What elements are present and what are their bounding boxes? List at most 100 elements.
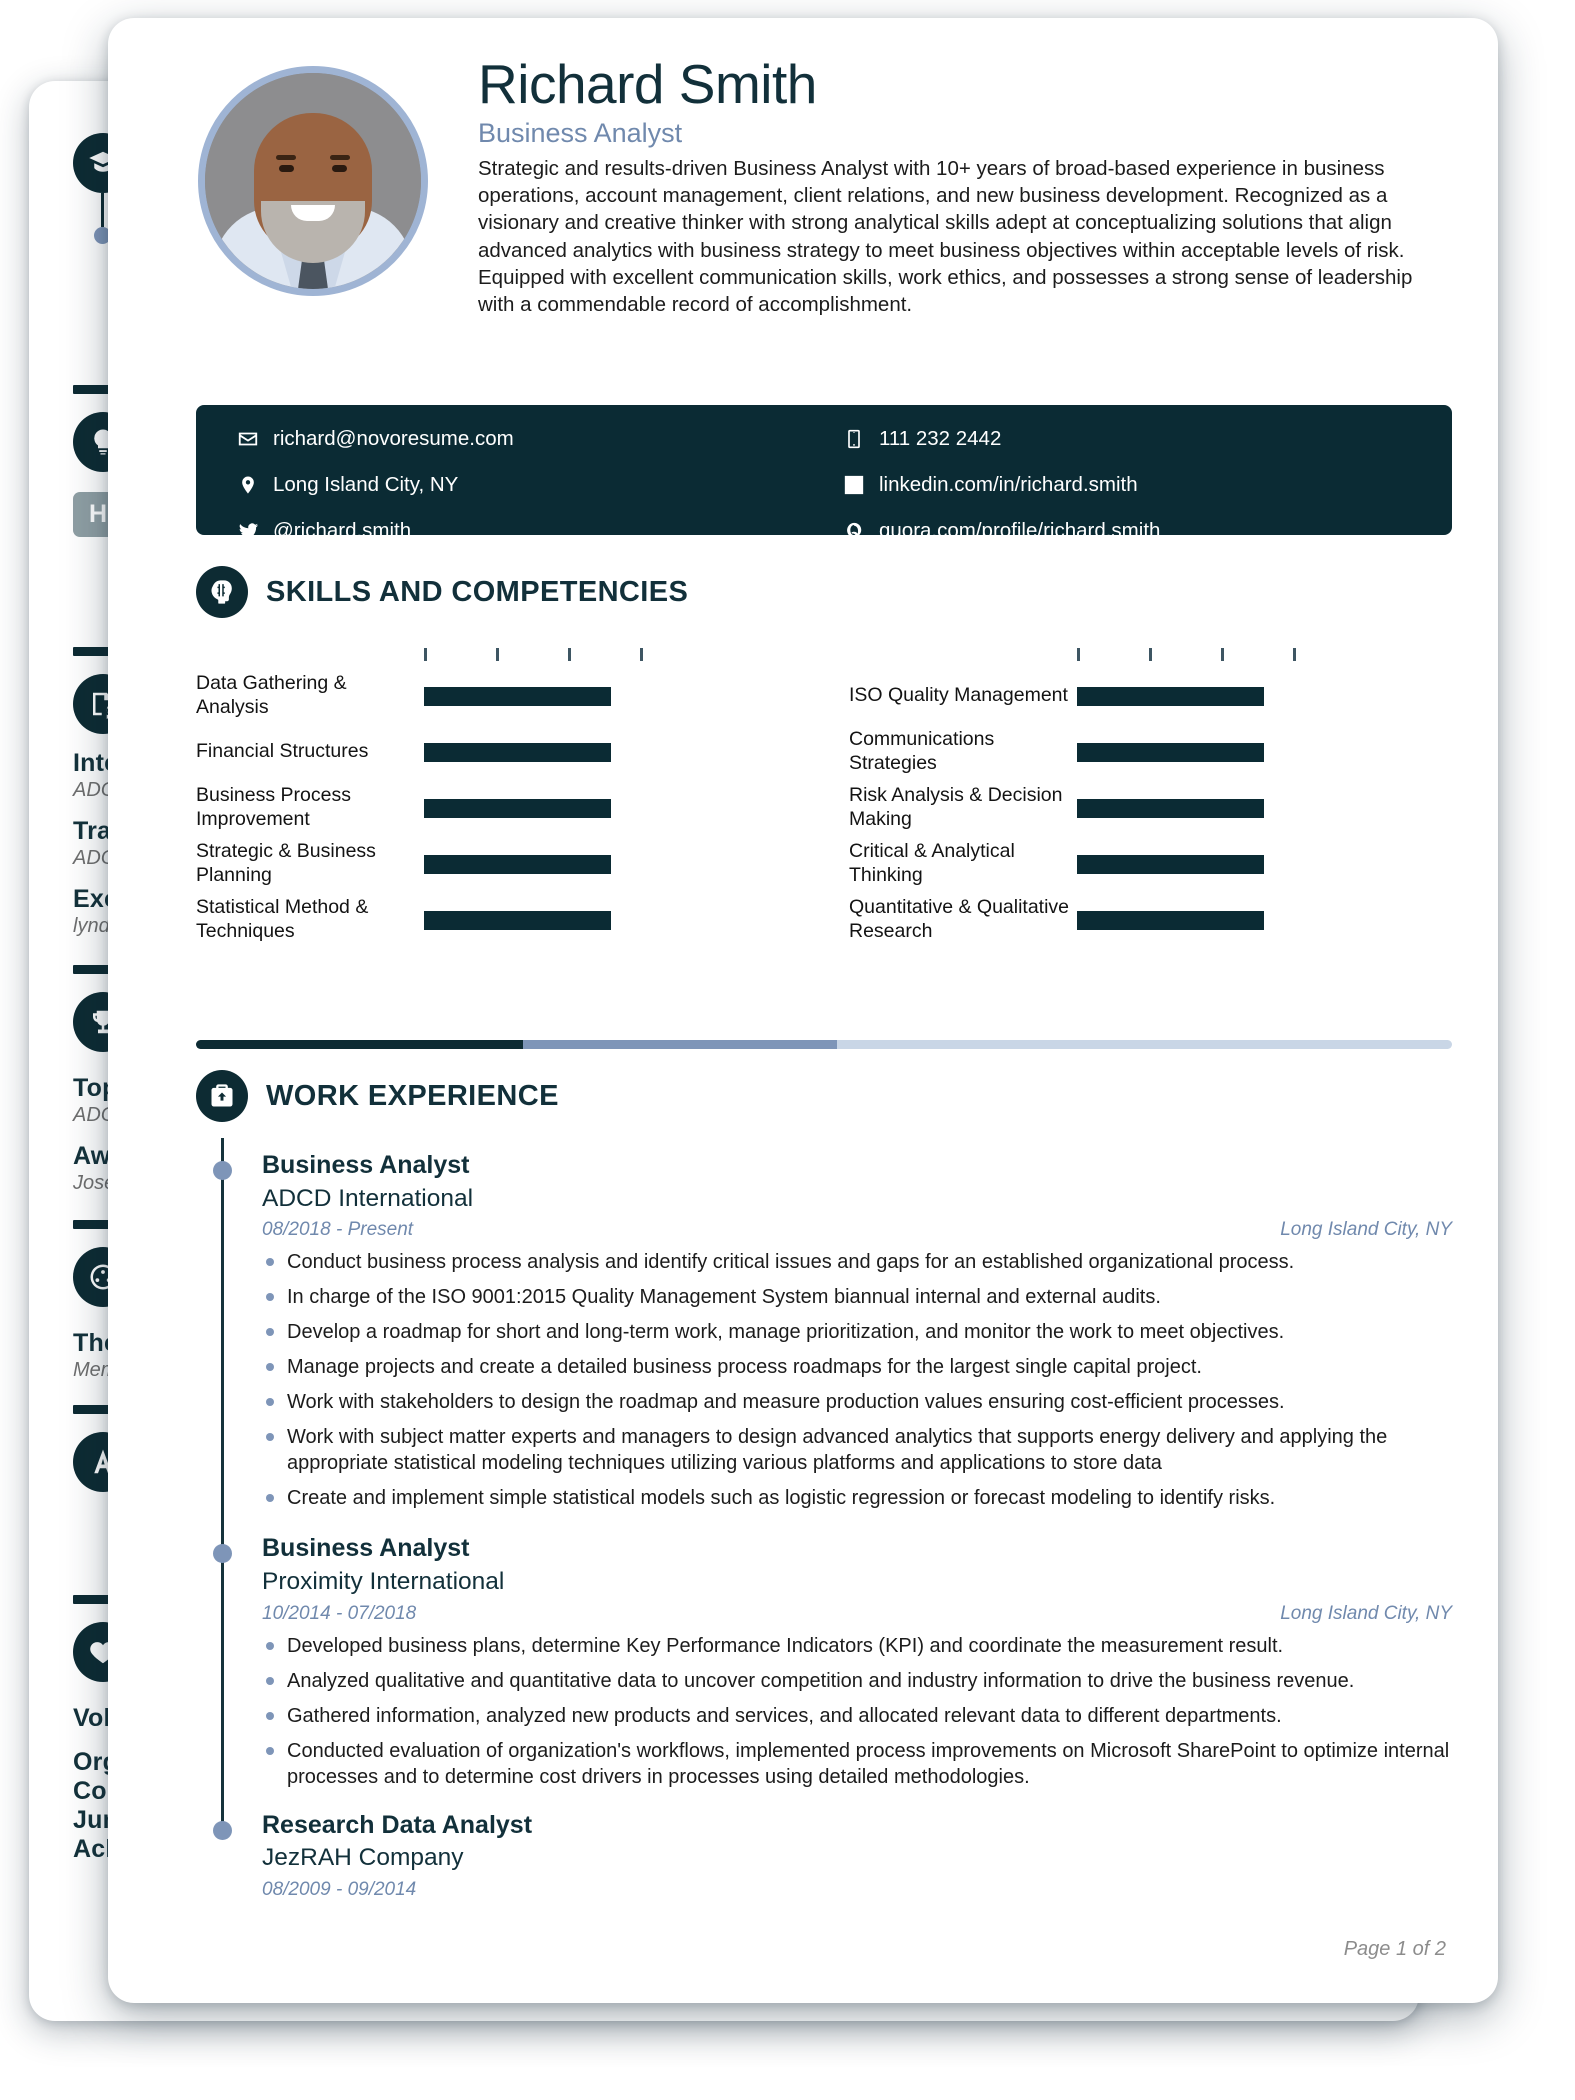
job-bullet: Work with stakeholders to design the roa… bbox=[262, 1389, 1452, 1415]
job-bullet: Analyzed qualitative and quantitative da… bbox=[262, 1668, 1452, 1694]
contact-quora[interactable]: quora.com/profile/richard.smith bbox=[824, 518, 1412, 544]
skill-row: Critical & Analytical Thinking bbox=[849, 840, 1452, 888]
contact-email[interactable]: richard@novoresume.com bbox=[236, 426, 824, 452]
skill-label: Critical & Analytical Thinking bbox=[849, 840, 1015, 886]
skill-bar-track bbox=[1077, 854, 1317, 874]
job-bullet: Developed business plans, determine Key … bbox=[262, 1633, 1452, 1659]
skill-bar-fill bbox=[1077, 910, 1264, 930]
quora-icon bbox=[842, 518, 866, 544]
skill-row: Quantitative & Qualitative Research bbox=[849, 896, 1452, 944]
work-section-title: WORK EXPERIENCE bbox=[266, 1079, 559, 1112]
linkedin-icon bbox=[842, 472, 866, 498]
skill-label: Financial Structures bbox=[196, 740, 369, 763]
skill-row: Strategic & Business Planning bbox=[196, 840, 799, 888]
contact-location-value: Long Island City, NY bbox=[273, 473, 459, 496]
job-bullet: Create and implement simple statistical … bbox=[262, 1485, 1452, 1511]
skill-bar-track bbox=[1077, 742, 1317, 762]
skill-bar-track bbox=[1077, 798, 1317, 818]
skill-bar-track bbox=[424, 854, 664, 874]
location-pin-icon bbox=[236, 472, 260, 498]
skill-bar-fill bbox=[424, 798, 611, 818]
skill-label: Risk Analysis & Decision Making bbox=[849, 784, 1063, 830]
contact-phone[interactable]: 111 232 2442 bbox=[824, 426, 1412, 452]
skill-label: ISO Quality Management bbox=[849, 684, 1068, 707]
skill-row: Business Process Improvement bbox=[196, 784, 799, 832]
skill-label: Strategic & Business Planning bbox=[196, 840, 376, 886]
skill-label: Data Gathering & Analysis bbox=[196, 672, 347, 718]
skills-column-right: ISO Quality Management Communications St… bbox=[849, 648, 1452, 944]
header-text-block: Richard Smith Business Analyst Strategic… bbox=[478, 53, 1458, 318]
skills-section-header: SKILLS AND COMPETENCIES bbox=[196, 566, 1452, 618]
skill-label: Communications Strategies bbox=[849, 728, 995, 774]
job-dates: 08/2018 - Present bbox=[262, 1219, 414, 1241]
skill-bar-fill bbox=[1077, 742, 1264, 762]
job-bullet: Manage projects and create a detailed bu… bbox=[262, 1354, 1452, 1380]
job-company: ADCD International bbox=[262, 1184, 474, 1212]
skill-scale-ticks bbox=[1077, 648, 1317, 664]
job-location: Long Island City, NY bbox=[1280, 1219, 1452, 1241]
skills-grid: Data Gathering & Analysis Financial Stru… bbox=[196, 648, 1452, 944]
skill-row: Statistical Method & Techniques bbox=[196, 896, 799, 944]
job-bullet-list: Developed business plans, determine Key … bbox=[262, 1633, 1452, 1790]
skill-bar-track bbox=[424, 798, 664, 818]
skill-row: Communications Strategies bbox=[849, 728, 1452, 776]
timeline-dot bbox=[213, 1161, 232, 1180]
work-section-header: WORK EXPERIENCE bbox=[196, 1070, 1452, 1122]
job-meta: 08/2018 - Present Long Island City, NY bbox=[262, 1219, 1452, 1241]
job-bullet: Develop a roadmap for short and long-ter… bbox=[262, 1319, 1452, 1345]
divider-segment-2 bbox=[522, 1040, 837, 1049]
job-role: Business Analyst bbox=[262, 1151, 470, 1179]
resume-page-1[interactable]: Richard Smith Business Analyst Strategic… bbox=[108, 18, 1498, 2003]
timeline-dot bbox=[213, 1820, 232, 1840]
contact-location[interactable]: Long Island City, NY bbox=[236, 472, 824, 498]
job-dates: 10/2014 - 07/2018 bbox=[262, 1602, 417, 1624]
skill-bar-track bbox=[1077, 686, 1317, 706]
skill-label: Statistical Method & Techniques bbox=[196, 896, 369, 942]
envelope-icon bbox=[236, 426, 260, 452]
page-title: Richard Smith bbox=[478, 53, 817, 115]
work-entry[interactable]: Business Analyst ADCD International 08/2… bbox=[196, 1150, 1452, 1511]
skills-column-left: Data Gathering & Analysis Financial Stru… bbox=[196, 648, 799, 944]
job-role: Business Analyst bbox=[262, 1534, 470, 1563]
job-company: JezRAH Company bbox=[262, 1844, 464, 1872]
contact-twitter-value: @richard.smith bbox=[273, 519, 412, 542]
resume-header: Richard Smith Business Analyst Strategic… bbox=[148, 55, 1458, 316]
contact-twitter[interactable]: @richard.smith bbox=[236, 518, 824, 544]
skill-bar-track bbox=[1077, 910, 1317, 930]
skill-row: Financial Structures bbox=[196, 728, 799, 776]
skill-bar-fill bbox=[1077, 854, 1264, 874]
job-bullet: Conducted evaluation of organization's w… bbox=[262, 1738, 1452, 1790]
timeline-dot bbox=[213, 1544, 232, 1564]
job-bullet: In charge of the ISO 9001:2015 Quality M… bbox=[262, 1284, 1452, 1310]
twitter-icon bbox=[236, 518, 260, 544]
professional-summary: Strategic and results-driven Business An… bbox=[478, 156, 1413, 317]
work-experience-section: WORK EXPERIENCE Business Analyst ADCD In… bbox=[196, 1070, 1452, 1901]
skills-section-title: SKILLS AND COMPETENCIES bbox=[266, 575, 689, 608]
job-bullet: Gathered information, analyzed new produ… bbox=[262, 1703, 1452, 1729]
work-timeline: Business Analyst ADCD International 08/2… bbox=[196, 1138, 1452, 1901]
skill-bar-fill bbox=[424, 910, 611, 930]
job-title: Business Analyst bbox=[478, 118, 683, 149]
skill-bar-fill bbox=[424, 742, 611, 762]
skill-row: Risk Analysis & Decision Making bbox=[849, 784, 1452, 832]
page-1-content: Richard Smith Business Analyst Strategic… bbox=[148, 18, 1458, 2003]
timeline-stem bbox=[101, 193, 104, 227]
job-meta: 08/2009 - 09/2014 bbox=[262, 1879, 1452, 1901]
skill-label: Quantitative & Qualitative Research bbox=[849, 896, 1070, 942]
work-entry[interactable]: Research Data Analyst JezRAH Company 08/… bbox=[196, 1810, 1452, 1901]
skill-row: ISO Quality Management bbox=[849, 672, 1452, 720]
skill-bar-fill bbox=[424, 854, 611, 874]
contact-linkedin[interactable]: linkedin.com/in/richard.smith bbox=[824, 472, 1412, 498]
briefcase-icon bbox=[196, 1070, 248, 1122]
skill-label: Business Process Improvement bbox=[196, 784, 351, 830]
work-entry[interactable]: Business Analyst Proximity International… bbox=[196, 1533, 1452, 1789]
skill-bar-fill bbox=[1077, 798, 1264, 818]
page-1-footer: Page 1 of 2 bbox=[1343, 1938, 1446, 1960]
avatar bbox=[198, 66, 428, 296]
job-bullet: Work with subject matter experts and man… bbox=[262, 1424, 1452, 1476]
contact-linkedin-value: linkedin.com/in/richard.smith bbox=[879, 473, 1138, 496]
job-location: Long Island City, NY bbox=[1280, 1602, 1452, 1624]
skill-bar-track bbox=[424, 686, 664, 706]
job-dates: 08/2009 - 09/2014 bbox=[262, 1879, 417, 1901]
mobile-phone-icon bbox=[842, 426, 866, 452]
